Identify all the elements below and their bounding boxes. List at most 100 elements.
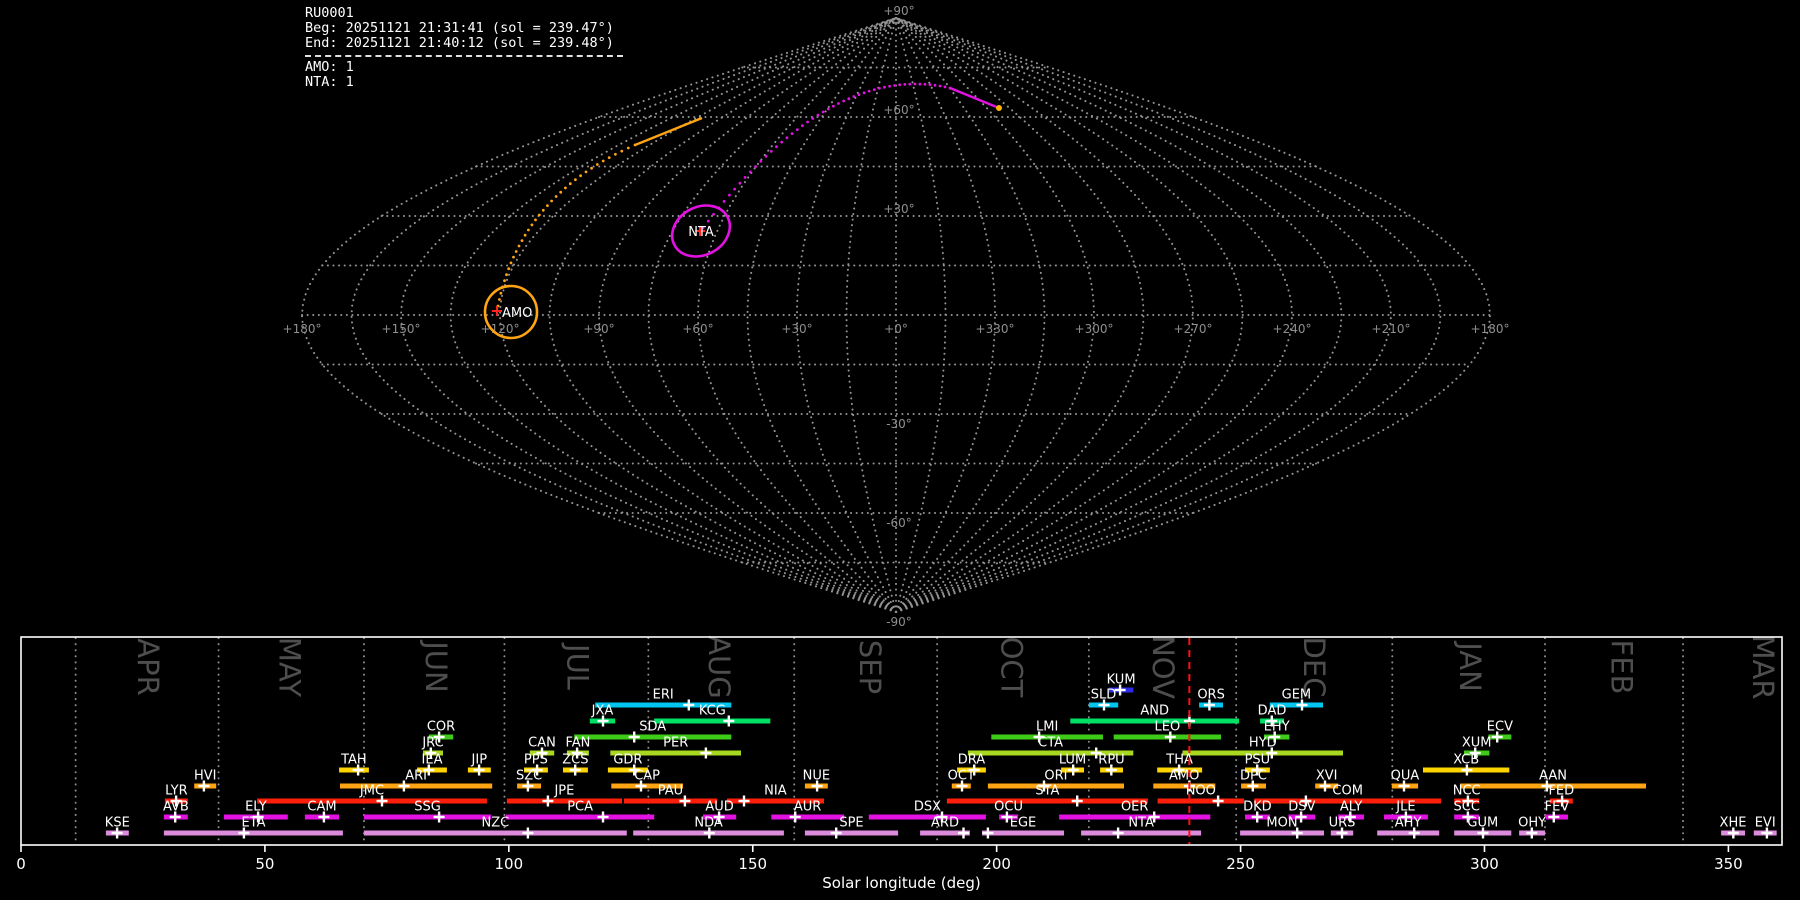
peak-marker-sta <box>1071 795 1083 807</box>
peak-marker-ard <box>958 827 969 839</box>
session-end: End: 20251121 21:40:12 (sol = 239.48°) <box>305 35 614 51</box>
shower-ege: EGE <box>982 816 1064 839</box>
longitude-label: +240° <box>1273 322 1312 336</box>
shower-cam: CAM <box>304 800 339 823</box>
shower-bar-sta <box>946 798 1148 804</box>
month-label-nov: NOV <box>1146 635 1180 699</box>
month-label-oct: OCT <box>995 637 1029 698</box>
shower-bar-mon <box>1240 830 1324 836</box>
month-label-sep: SEP <box>853 640 887 694</box>
shower-label-com: COM <box>1332 784 1363 799</box>
shower-label-nia: NIA <box>764 784 787 799</box>
shower-avb: AVB <box>163 800 189 823</box>
x-tick-label: 100 <box>495 855 524 873</box>
shower-label-sta: STA <box>1035 784 1059 799</box>
month-label-mar: MAR <box>1746 634 1780 699</box>
shower-bar-pca <box>505 814 655 820</box>
shower-label-pca: PCA <box>567 800 593 815</box>
station-id: RU0001 <box>305 5 354 21</box>
shower-bar-kcg <box>654 718 771 724</box>
shower-bar-dsx <box>868 814 986 820</box>
shower-evi: EVI <box>1753 816 1777 839</box>
shower-label-gem: GEM <box>1282 688 1312 703</box>
shower-counts: AMO: 1 NTA: 1 <box>305 60 623 90</box>
shower-nue: NUE <box>803 769 830 792</box>
peak-marker-nzc <box>522 827 534 839</box>
shower-urs: URS <box>1329 816 1355 839</box>
shower-rpu: RPU <box>1098 753 1125 776</box>
separator-line <box>305 55 623 57</box>
x-tick-label: 150 <box>738 855 767 873</box>
shower-nda: NDA <box>633 816 784 839</box>
radiant-label-amo: AMO <box>502 306 532 321</box>
shower-label-scc: SCC <box>1453 800 1479 815</box>
latitude-label: +60° <box>883 103 914 117</box>
latitude-label: +90° <box>883 4 914 18</box>
shower-tah: TAH <box>339 753 369 776</box>
shower-label-aur: AUR <box>794 800 821 815</box>
x-tick-label: 350 <box>1714 855 1743 873</box>
shower-bar-spe <box>804 830 899 836</box>
shower-label-ahy: AHY <box>1395 816 1422 831</box>
radiant-nta: NTA <box>670 204 732 258</box>
shower-bar-eta <box>163 830 343 836</box>
longitude-label: +300° <box>1075 322 1114 336</box>
shower-label-ege: EGE <box>1010 816 1037 831</box>
shower-label-xvi: XVI <box>1316 769 1338 784</box>
shower-oct: OCT <box>948 769 975 792</box>
shower-xhe: XHE <box>1720 816 1746 839</box>
peak-marker-nia <box>738 795 750 807</box>
peak-marker-sda <box>628 731 640 743</box>
shower-bar-ssg <box>363 814 492 820</box>
peak-marker-per <box>700 747 712 759</box>
longitude-label: +270° <box>1174 322 1213 336</box>
radiant-label-nta: NTA <box>688 225 714 240</box>
shower-bar-pau <box>624 798 718 804</box>
peak-marker-jpe <box>542 795 554 807</box>
shower-label-iea: IEA <box>422 753 443 768</box>
shower-label-ard: ARD <box>931 816 959 831</box>
shower-kse: KSE <box>105 816 130 839</box>
shower-label-ocu: OCU <box>994 800 1023 815</box>
shower-label-mon: MON <box>1266 816 1297 831</box>
session-info: RU0001 Beg: 20251121 21:31:41 (sol = 239… <box>305 6 623 90</box>
month-label-aug: AUG <box>702 635 736 699</box>
latitude-label: -30° <box>886 417 912 431</box>
shower-ohy: OHY <box>1518 816 1546 839</box>
month-label-feb: FEB <box>1604 640 1638 695</box>
longitude-label: +90° <box>583 322 614 336</box>
shower-bar-jpe <box>506 798 622 804</box>
shower-label-jmc: JMC <box>359 784 384 799</box>
radiant-map-and-timeline: +180° +150° +120° +90° +60° +30° +0° +330° +300°… <box>16 4 1783 892</box>
shower-label-ehy: EHY <box>1264 720 1290 735</box>
shower-label-leo: LEO <box>1155 720 1181 735</box>
x-tick-label: 50 <box>255 855 274 873</box>
shower-bars: KUMERI SLD ORS GEMJXA KCG AND DADCOR SDA LMI LEO E… <box>105 673 1777 839</box>
shower-label-kcg: KCG <box>699 704 726 719</box>
x-axis-title: Solar longitude (deg) <box>822 874 980 892</box>
peak-marker-nta <box>1112 827 1124 839</box>
month-label-jun: JUN <box>419 639 453 692</box>
shower-label-jpe: JPE <box>553 784 574 799</box>
shower-label-xum: XUM <box>1462 736 1492 751</box>
latitude-label: -90° <box>886 615 912 629</box>
shower-label-cam: CAM <box>307 800 336 815</box>
peak-marker-pca <box>597 811 609 823</box>
shower-label-evi: EVI <box>1755 816 1776 831</box>
x-tick-label: 200 <box>982 855 1011 873</box>
latitude-label: +30° <box>883 202 914 216</box>
shower-label-gdr: GDR <box>613 753 642 768</box>
shower-label-ari: ARI <box>405 769 427 784</box>
month-label-jan: JAN <box>1453 640 1487 692</box>
longitude-label: +150° <box>382 322 421 336</box>
month-label-jul: JUL <box>560 642 594 690</box>
shower-label-hvi: HVI <box>194 769 217 784</box>
shower-label-tah: TAH <box>340 753 367 768</box>
shower-label-per: PER <box>663 736 688 751</box>
shower-label-ncc: NCC <box>1453 784 1481 799</box>
latitude-label: -60° <box>886 516 912 530</box>
x-axis: 0 50 100 150 200 250 300 350 Solar longitude (de… <box>16 845 1743 892</box>
x-tick-label: 250 <box>1226 855 1255 873</box>
shower-sld: SLD <box>1088 688 1119 711</box>
month-label-apr: APR <box>131 638 165 695</box>
